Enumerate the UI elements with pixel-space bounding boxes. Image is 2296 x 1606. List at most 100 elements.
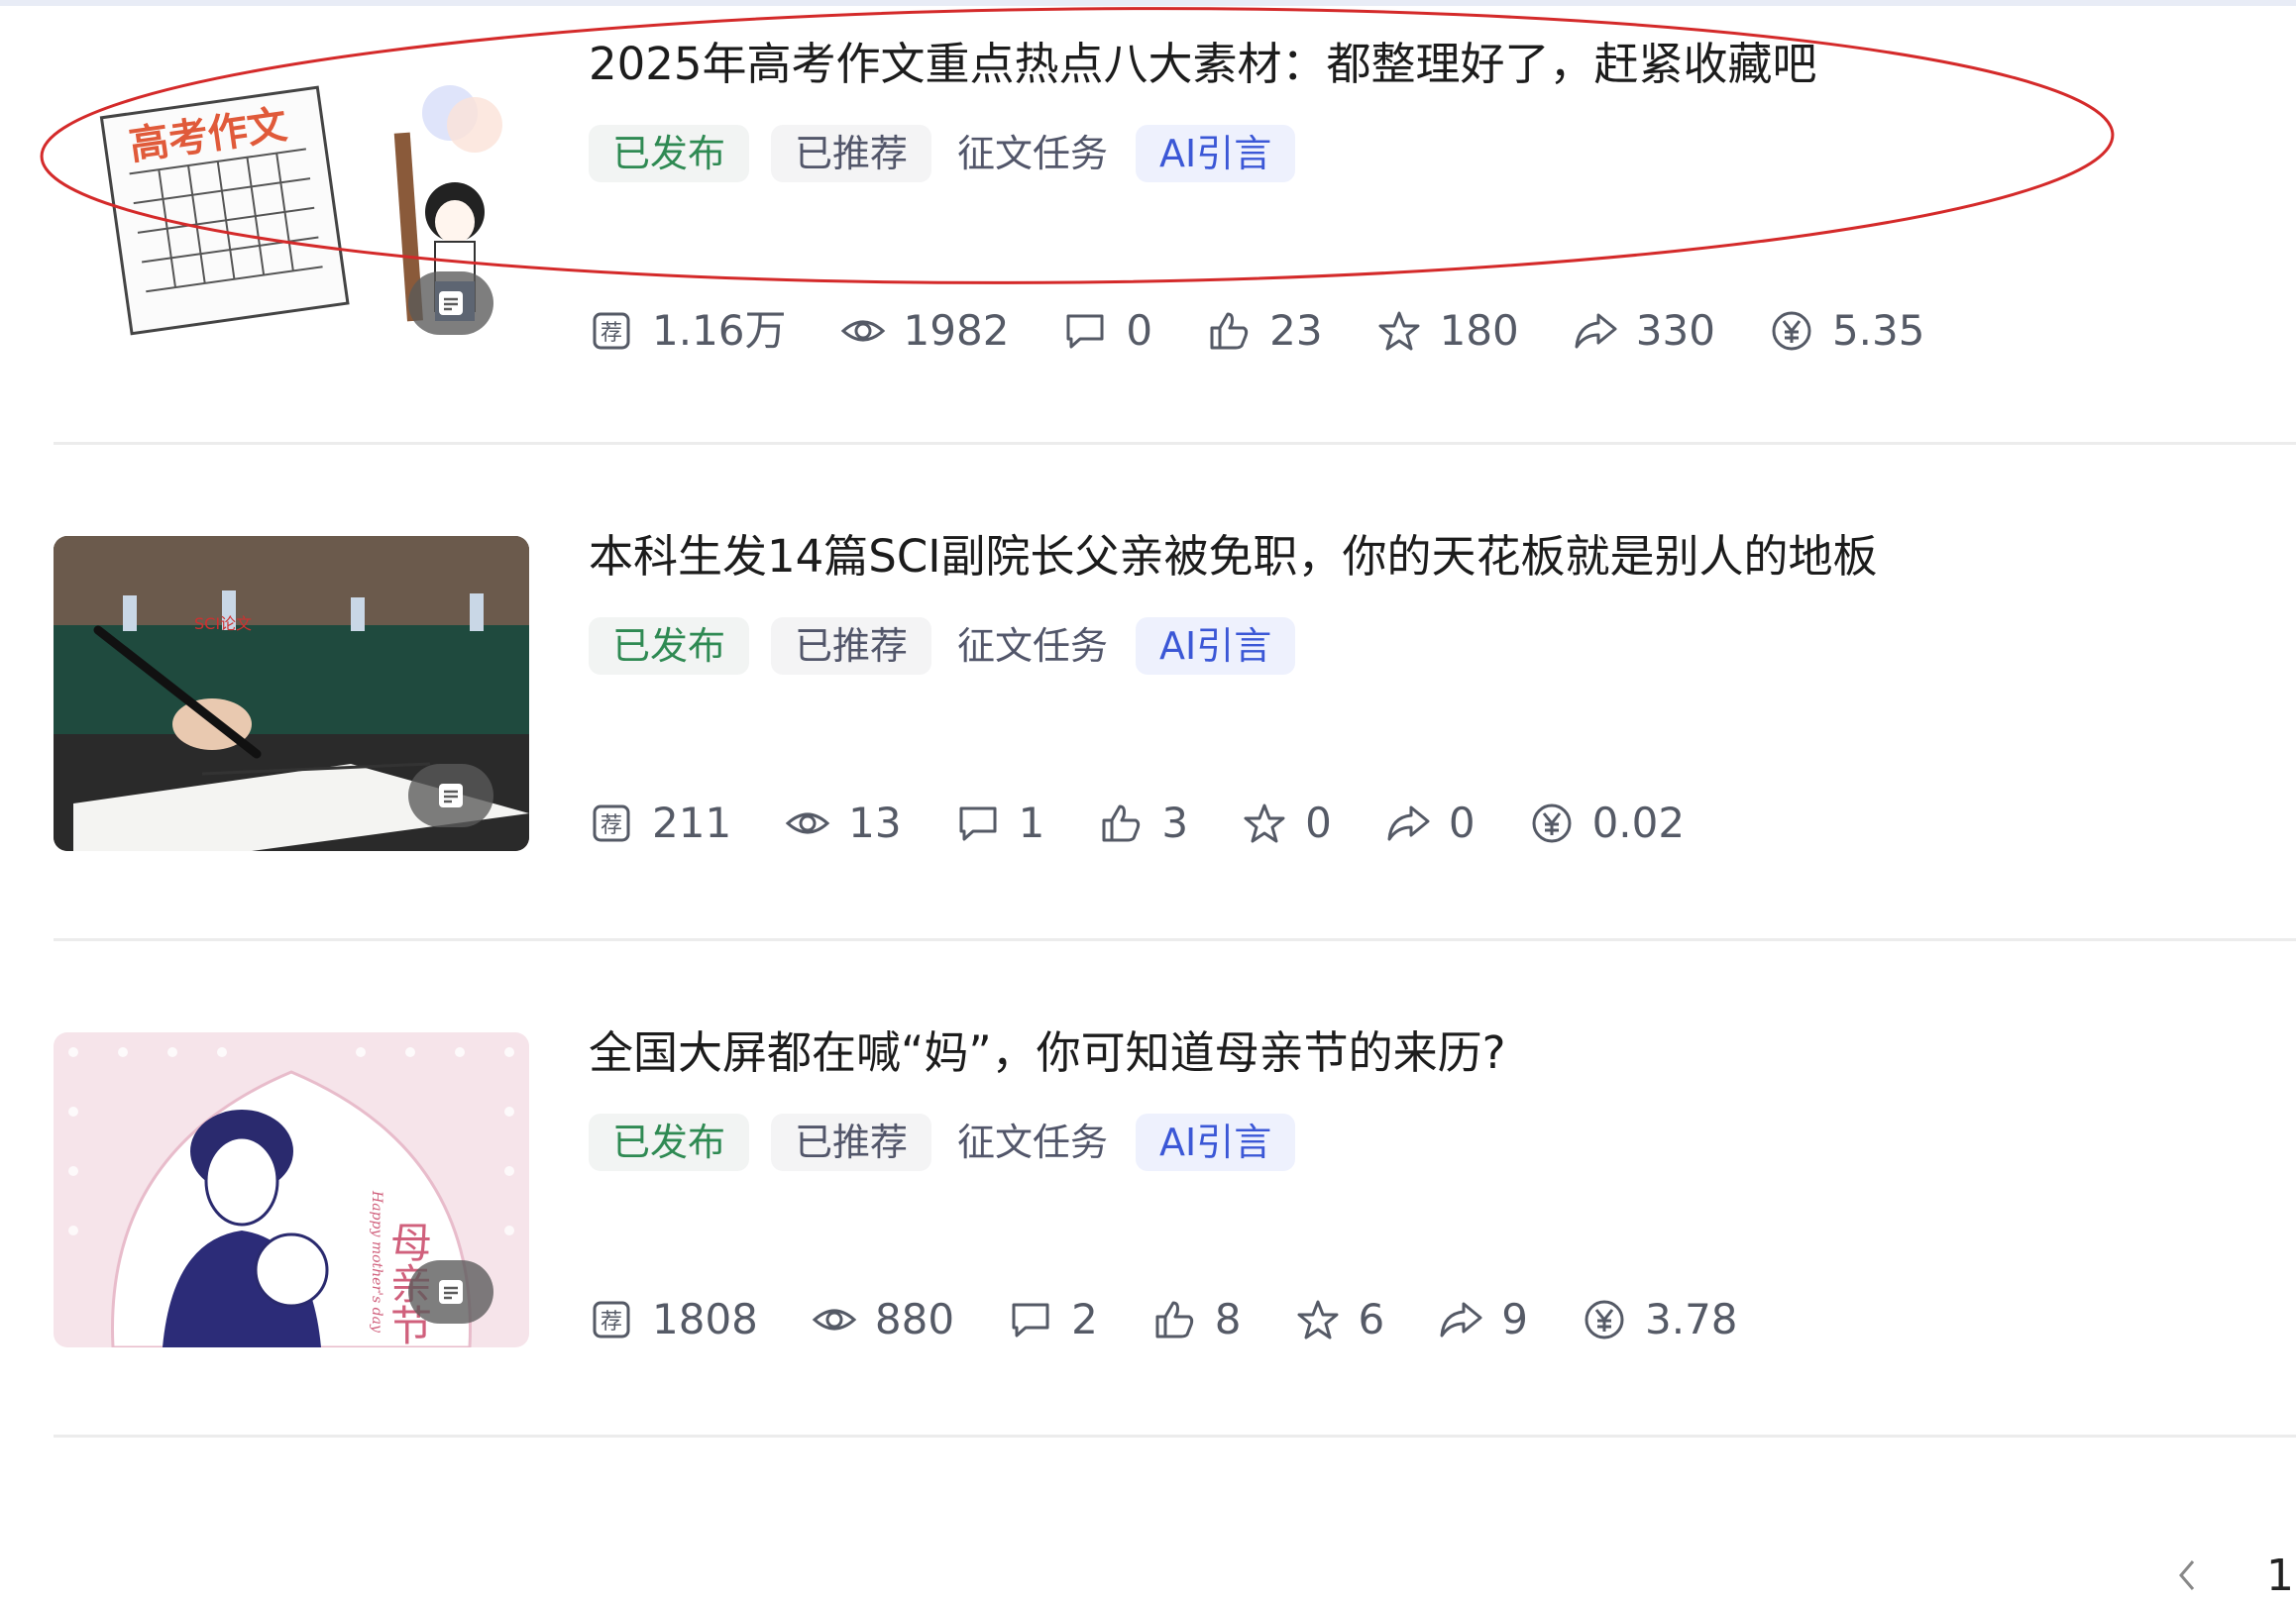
comment-icon: [955, 801, 1001, 846]
stat-views: 880: [812, 1297, 954, 1342]
stat-likes: 23: [1206, 308, 1323, 354]
tag-ai-intro[interactable]: AI引言: [1136, 1114, 1296, 1171]
earnings-amount: 0.02: [1591, 799, 1686, 847]
article-item[interactable]: SCI论文 本科生发14篇SCI副院长父亲被免职，你的天花板就是别人的地板 已发…: [54, 492, 2296, 988]
shares-count: 9: [1501, 1295, 1528, 1343]
recommend-count: 1808: [652, 1295, 758, 1343]
comments-count: 1: [1018, 799, 1045, 847]
tag-essay-task[interactable]: 征文任务: [953, 1114, 1112, 1171]
article-tags: 已发布 已推荐 征文任务 AI引言: [589, 617, 1317, 675]
article-icon: [439, 784, 463, 807]
article-stats: 荐 1808 880 2 8 6 9 3.78: [589, 1286, 1792, 1353]
stat-comments: 1: [955, 799, 1045, 847]
article-item[interactable]: 母亲节 Happy mother's day 全国大屏都在喊“妈”，你可知道母亲…: [54, 989, 2296, 1484]
stat-shares: 330: [1573, 308, 1715, 354]
status-tag-recommended: 已推荐: [771, 1114, 932, 1171]
comments-count: 0: [1126, 306, 1153, 355]
thumbs-up-icon: [1151, 1297, 1197, 1342]
thumbnail-subtext: Happy mother's day: [369, 1190, 384, 1334]
stat-views: 1982: [840, 306, 1010, 355]
comment-icon: [1008, 1297, 1053, 1342]
status-tag-published: 已发布: [589, 125, 750, 182]
article-stats: 荐 1.16万 1982 0 23 180 330 5.35: [589, 297, 1978, 365]
thumbs-up-icon: [1206, 308, 1252, 354]
tag-ai-intro[interactable]: AI引言: [1136, 617, 1296, 675]
recommend-count: 211: [652, 799, 732, 847]
tag-ai-intro[interactable]: AI引言: [1136, 125, 1296, 182]
comment-icon: [1062, 308, 1108, 354]
article-title[interactable]: 全国大屏都在喊“妈”，你可知道母亲节的来历?: [589, 1018, 1506, 1088]
shares-count: 0: [1448, 799, 1476, 847]
star-icon: [1295, 1297, 1341, 1342]
pagination: 1: [2167, 1546, 2296, 1605]
article-type-badge: [408, 1260, 493, 1324]
article-title[interactable]: 本科生发14篇SCI副院长父亲被免职，你的天花板就是别人的地板: [589, 522, 1878, 591]
recommend-icon: 荐: [589, 1297, 634, 1342]
stat-likes: 3: [1098, 801, 1188, 846]
stat-comments: 2: [1008, 1297, 1098, 1342]
article-title[interactable]: 2025年高考作文重点热点八大素材：都整理好了，赶紧收藏吧: [589, 30, 1817, 99]
likes-count: 8: [1214, 1295, 1242, 1343]
stat-favorites: 180: [1376, 308, 1519, 354]
divider: [54, 938, 2296, 941]
eye-icon: [812, 1297, 857, 1342]
thumbnail-text: SCI论文: [194, 614, 252, 633]
star-icon: [1242, 801, 1287, 846]
svg-text:荐: 荐: [601, 1310, 622, 1335]
views-count: 13: [848, 799, 902, 847]
favorites-count: 0: [1305, 799, 1332, 847]
recommend-count: 1.16万: [652, 306, 787, 355]
article-icon: [439, 1280, 463, 1304]
stat-shares: 9: [1438, 1297, 1528, 1342]
stat-earnings: 3.78: [1582, 1297, 1738, 1342]
article-thumbnail[interactable]: SCI论文: [54, 536, 529, 851]
share-icon: [1573, 308, 1618, 354]
status-tag-published: 已发布: [589, 1114, 750, 1171]
favorites-count: 6: [1358, 1295, 1385, 1343]
recommend-icon: 荐: [589, 308, 634, 354]
stat-recommend: 荐 1808: [589, 1297, 758, 1342]
status-tag-published: 已发布: [589, 617, 750, 675]
share-icon: [1438, 1297, 1483, 1342]
article-thumbnail[interactable]: 母亲节 Happy mother's day: [54, 1032, 529, 1347]
yuan-icon: [1769, 308, 1814, 354]
page-number[interactable]: 1: [2266, 1551, 2296, 1601]
svg-text:荐: 荐: [601, 321, 622, 346]
yuan-icon: [1529, 801, 1575, 846]
prev-page-button[interactable]: [2167, 1555, 2207, 1595]
article-type-badge: [408, 764, 493, 827]
stat-favorites: 6: [1295, 1295, 1385, 1343]
article-icon: [439, 291, 463, 315]
article-type-badge: [408, 271, 493, 335]
status-tag-recommended: 已推荐: [771, 617, 932, 675]
article-thumbnail[interactable]: 高考作文: [54, 44, 529, 359]
tag-essay-task[interactable]: 征文任务: [953, 125, 1112, 182]
stat-likes: 8: [1151, 1297, 1242, 1342]
yuan-icon: [1582, 1297, 1627, 1342]
recommend-icon: 荐: [589, 801, 634, 846]
likes-count: 3: [1161, 799, 1189, 847]
stat-recommend: 荐 211: [589, 801, 731, 846]
tag-essay-task[interactable]: 征文任务: [953, 617, 1112, 675]
divider: [54, 1435, 2296, 1438]
star-icon: [1376, 308, 1422, 354]
earnings-amount: 3.78: [1645, 1295, 1738, 1343]
stat-favorites: 0: [1242, 801, 1332, 846]
shares-count: 330: [1635, 306, 1715, 355]
article-item[interactable]: 高考作文 2025年高考作文重点热点八大素材：都整理好了，赶紧收藏吧 已发布 已…: [54, 0, 2296, 495]
thumbs-up-icon: [1098, 801, 1144, 846]
eye-icon: [840, 308, 886, 354]
stat-earnings: 0.02: [1529, 799, 1686, 847]
stat-shares: 0: [1385, 801, 1476, 846]
status-tag-recommended: 已推荐: [771, 125, 932, 182]
views-count: 1982: [903, 306, 1010, 355]
stat-earnings: 5.35: [1769, 308, 1924, 354]
favorites-count: 180: [1439, 306, 1519, 355]
svg-text:荐: 荐: [601, 813, 622, 838]
share-icon: [1385, 801, 1431, 846]
divider: [54, 442, 2296, 445]
article-stats: 荐 211 13 1 3 0 0 0.02: [589, 790, 1738, 857]
stat-comments: 0: [1062, 308, 1152, 354]
stat-recommend: 荐 1.16万: [589, 308, 787, 354]
article-tags: 已发布 已推荐 征文任务 AI引言: [589, 1114, 1317, 1171]
